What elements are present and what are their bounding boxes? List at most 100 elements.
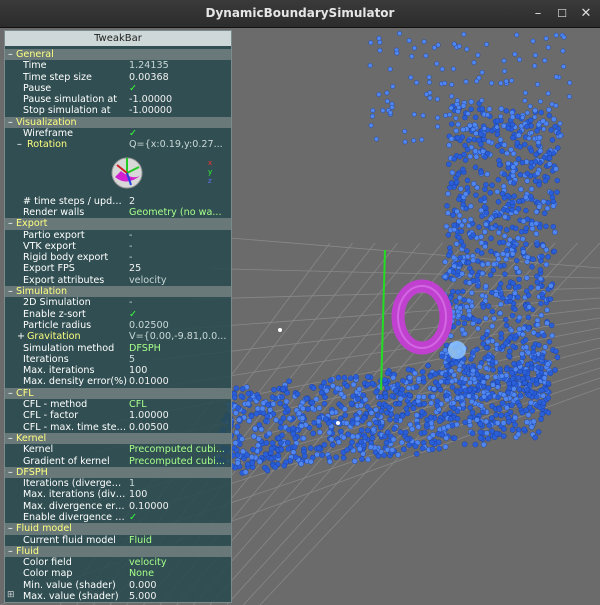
- param-row-gradient-of-kernel[interactable]: Gradient of kernel Precomputed cubi...: [5, 456, 231, 467]
- param-value[interactable]: 100: [129, 365, 229, 376]
- param-row-iterations-divergenc[interactable]: Iterations (divergenc... 1: [5, 478, 231, 489]
- collapse-toggle-icon[interactable]: –: [17, 139, 22, 150]
- param-value[interactable]: 0.00368: [129, 72, 229, 83]
- collapse-toggle-icon[interactable]: –: [8, 117, 13, 128]
- param-row-partio-export[interactable]: Partio export -: [5, 230, 231, 241]
- group-simulation[interactable]: – Simulation: [5, 286, 231, 298]
- group-cfl[interactable]: – CFL: [5, 387, 231, 400]
- checkbox-value[interactable]: ✓: [129, 83, 229, 94]
- group-fluid[interactable]: – Fluid: [5, 545, 231, 558]
- param-value[interactable]: None: [129, 568, 229, 579]
- param-row-time-step-size[interactable]: Time step size 0.00368: [5, 72, 231, 83]
- param-value[interactable]: Precomputed cubi...: [129, 444, 229, 455]
- param-row-max-density-error[interactable]: Max. density error(%) 0.01000: [5, 376, 231, 387]
- rotation-widget[interactable]: xyz: [5, 151, 231, 196]
- tweakbar-panel[interactable]: TweakBar – General Time 1.24135 Time step si…: [4, 30, 232, 603]
- collapse-toggle-icon[interactable]: –: [8, 286, 13, 297]
- group-kernel[interactable]: – Kernel: [5, 432, 231, 445]
- param-row-export-attributes[interactable]: Export attributes velocity: [5, 275, 231, 286]
- param-row-2d-simulation[interactable]: 2D Simulation -: [5, 297, 231, 308]
- param-row-kernel[interactable]: Kernel Precomputed cubi...: [5, 444, 231, 455]
- collapse-toggle-icon[interactable]: –: [8, 523, 13, 534]
- param-value[interactable]: -: [129, 297, 229, 308]
- group-fluid-model[interactable]: – Fluid model: [5, 523, 231, 535]
- param-row-pause[interactable]: Pause ✓: [5, 83, 231, 94]
- param-row-rotation[interactable]: – Rotation Q={x:0.19,y:0.27...: [5, 139, 231, 150]
- param-value[interactable]: CFL: [129, 399, 229, 410]
- close-button[interactable]: ✕: [576, 4, 596, 24]
- param-row-cfl-method[interactable]: CFL - method CFL: [5, 399, 231, 410]
- resize-corner-icon[interactable]: ⊞: [7, 590, 15, 600]
- param-row-cfl-factor[interactable]: CFL - factor 1.00000: [5, 410, 231, 421]
- particle: [449, 169, 456, 176]
- param-value[interactable]: -: [129, 230, 229, 241]
- param-value[interactable]: DFSPH: [129, 343, 229, 354]
- collapse-toggle-icon[interactable]: –: [8, 49, 13, 60]
- param-value[interactable]: Fluid: [129, 535, 229, 546]
- param-row--time-steps-update[interactable]: # time steps / update 2: [5, 196, 231, 207]
- param-row-particle-radius[interactable]: Particle radius 0.02500: [5, 320, 231, 331]
- collapse-toggle-icon[interactable]: –: [8, 467, 13, 478]
- particle: [434, 61, 440, 67]
- group-dfsph[interactable]: – DFSPH: [5, 466, 231, 479]
- param-row-cfl-max-time-step[interactable]: CFL - max. time step... 0.00500: [5, 422, 231, 433]
- collapse-toggle-icon[interactable]: –: [8, 388, 13, 399]
- group-visualization[interactable]: – Visualization: [5, 116, 231, 129]
- tweakbar-title[interactable]: TweakBar: [5, 31, 231, 46]
- param-value[interactable]: -: [129, 241, 229, 252]
- param-value[interactable]: 25: [129, 263, 229, 274]
- param-value[interactable]: 2: [129, 196, 229, 207]
- param-value[interactable]: Geometry (no wa...: [129, 207, 229, 218]
- particle: [456, 212, 463, 219]
- checkbox-value[interactable]: ✓: [129, 512, 229, 523]
- group-general[interactable]: – General: [5, 49, 231, 61]
- param-row-enable-z-sort[interactable]: Enable z-sort ✓: [5, 309, 231, 320]
- param-row-iterations[interactable]: Iterations 5: [5, 354, 231, 365]
- param-row-gravitation[interactable]: + Gravitation V={0.00,-9.81,0.0...: [5, 331, 231, 342]
- param-row-vtk-export[interactable]: VTK export -: [5, 241, 231, 252]
- param-value[interactable]: -: [129, 252, 229, 263]
- param-row-max-iterations[interactable]: Max. iterations 100: [5, 365, 231, 376]
- param-value[interactable]: 0.01000: [129, 376, 229, 387]
- param-row-min-value-shader[interactable]: Min. value (shader) 0.000: [5, 580, 231, 591]
- param-row-max-iterations-dive[interactable]: Max. iterations (dive... 100: [5, 489, 231, 500]
- param-value[interactable]: -1.00000: [129, 94, 229, 105]
- group-export[interactable]: – Export: [5, 218, 231, 230]
- param-value[interactable]: 1.00000: [129, 410, 229, 421]
- param-row-max-value-shader[interactable]: Max. value (shader) 5.000: [5, 591, 231, 602]
- rotation-globe-icon[interactable]: [109, 153, 145, 191]
- particle: [406, 38, 412, 44]
- param-value[interactable]: 0.000: [129, 580, 229, 591]
- param-value[interactable]: 0.10000: [129, 501, 229, 512]
- param-value[interactable]: -1.00000: [129, 105, 229, 116]
- param-value[interactable]: 100: [129, 489, 229, 500]
- param-value[interactable]: velocity: [129, 557, 229, 568]
- collapse-toggle-icon[interactable]: –: [8, 218, 13, 229]
- param-value[interactable]: 0.00500: [129, 422, 229, 433]
- expand-toggle-icon[interactable]: +: [17, 331, 25, 342]
- param-value[interactable]: 5.000: [129, 591, 229, 602]
- param-row-stop-simulation-at[interactable]: Stop simulation at -1.00000: [5, 105, 231, 116]
- param-value[interactable]: Q={x:0.19,y:0.27...: [129, 139, 229, 150]
- param-row-render-walls[interactable]: Render walls Geometry (no wa...: [5, 207, 231, 218]
- checkbox-value[interactable]: ✓: [129, 128, 229, 139]
- param-value[interactable]: Precomputed cubi...: [129, 456, 229, 467]
- param-row-rigid-body-export[interactable]: Rigid body export -: [5, 252, 231, 263]
- param-row-current-fluid-model[interactable]: Current fluid model Fluid: [5, 535, 231, 546]
- maximize-button[interactable]: ☐: [552, 4, 572, 24]
- collapse-toggle-icon[interactable]: –: [8, 433, 13, 444]
- param-row-color-map[interactable]: Color map None: [5, 568, 231, 579]
- param-row-max-divergence-erro[interactable]: Max. divergence erro... 0.10000: [5, 501, 231, 512]
- param-row-export-fps[interactable]: Export FPS 25: [5, 263, 231, 274]
- param-row-simulation-method[interactable]: Simulation method DFSPH: [5, 343, 231, 354]
- collapse-toggle-icon[interactable]: –: [8, 546, 13, 557]
- particle: [263, 418, 269, 424]
- param-value[interactable]: V={0.00,-9.81,0.0...: [129, 331, 229, 342]
- param-row-color-field[interactable]: Color field velocity: [5, 557, 231, 568]
- param-row-time[interactable]: Time 1.24135: [5, 60, 231, 71]
- param-row-pause-simulation-at[interactable]: Pause simulation at -1.00000: [5, 94, 231, 105]
- param-row-wireframe[interactable]: Wireframe ✓: [5, 128, 231, 139]
- checkbox-value[interactable]: ✓: [129, 309, 229, 320]
- param-row-enable-divergence-so[interactable]: Enable divergence so... ✓: [5, 512, 231, 523]
- minimize-button[interactable]: –: [528, 4, 548, 24]
